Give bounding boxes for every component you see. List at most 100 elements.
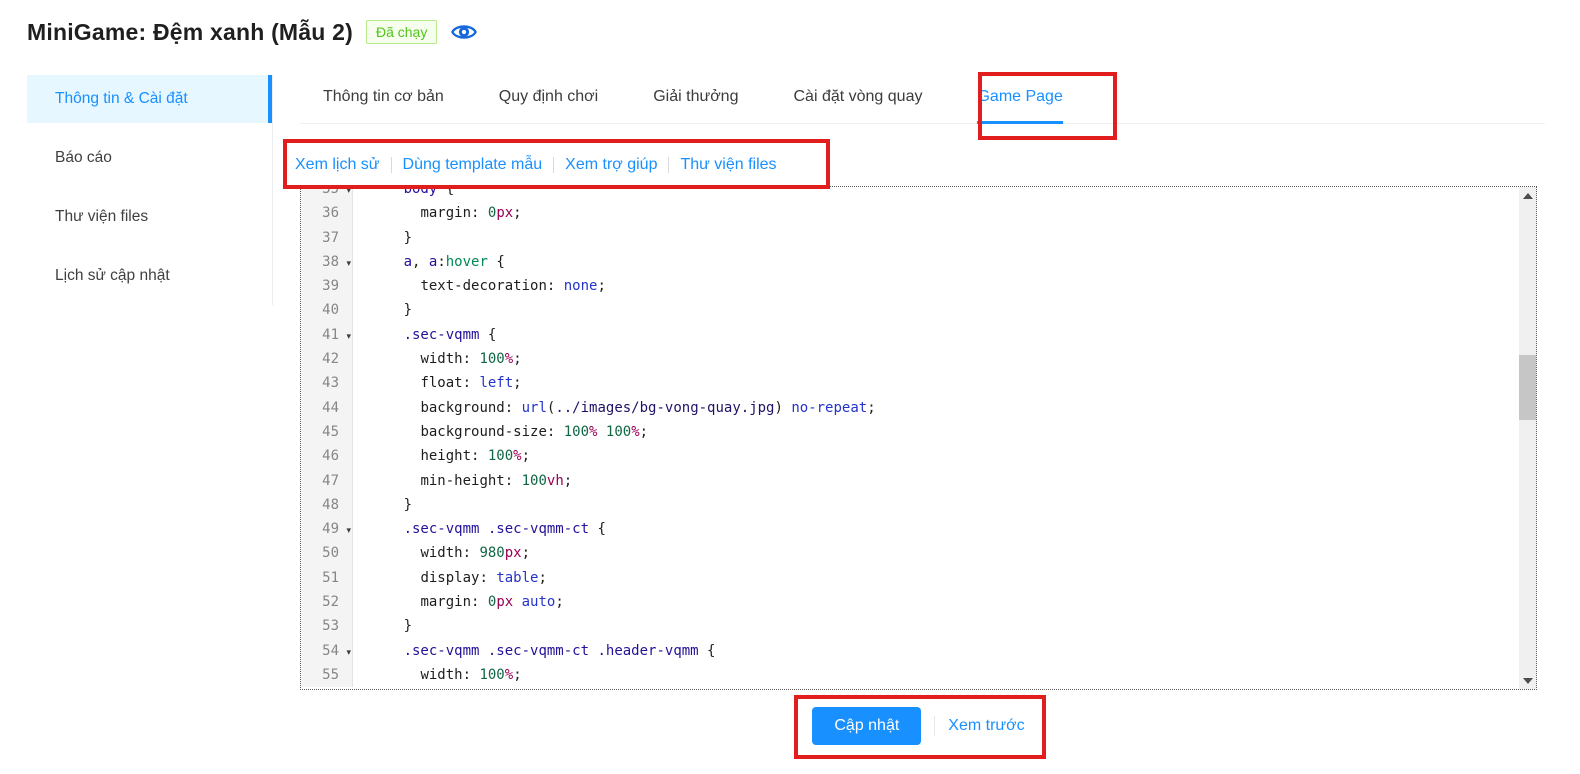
code-text: min-height: 100vh; <box>353 469 572 493</box>
code-token: .sec-vqmm-ct <box>488 521 589 537</box>
tab[interactable]: Quy định chơi <box>499 80 598 124</box>
code-token: ) <box>774 400 791 416</box>
code-token: % <box>513 448 521 464</box>
code-line[interactable]: 48 } <box>301 493 1536 517</box>
code-text: width: 980px; <box>353 541 530 565</box>
code-token: % <box>505 667 513 683</box>
toolbar-link[interactable]: Xem lịch sử <box>295 156 380 174</box>
code-token: { <box>488 254 505 270</box>
line-number-gutter: 44 <box>301 396 353 420</box>
line-number: 39 <box>322 278 339 294</box>
code-line[interactable]: 52 margin: 0px auto; <box>301 590 1536 614</box>
code-editor[interactable]: 35▾ body {36 margin: 0px;37 }38▾ a, a:ho… <box>300 186 1537 690</box>
editor-scrollbar[interactable] <box>1519 187 1536 689</box>
sidebar-item[interactable]: Báo cáo <box>27 134 272 182</box>
code-line[interactable]: 38▾ a, a:hover { <box>301 250 1536 274</box>
tab[interactable]: Thông tin cơ bản <box>323 80 444 124</box>
eye-icon[interactable] <box>450 18 478 46</box>
code-line[interactable]: 44 background: url(../images/bg-vong-qua… <box>301 396 1536 420</box>
link-separator <box>668 157 669 173</box>
code-token: margin <box>420 594 471 610</box>
preview-link[interactable]: Xem trước <box>948 717 1024 735</box>
tab[interactable]: Game Page <box>977 80 1062 124</box>
fold-arrow-icon[interactable]: ▾ <box>346 641 351 665</box>
code-token: px <box>505 545 522 561</box>
code-token <box>353 521 404 537</box>
code-token: % <box>505 351 513 367</box>
scrollbar-up-arrow[interactable] <box>1519 187 1536 204</box>
tab[interactable]: Giải thưởng <box>653 80 738 124</box>
code-token: , <box>412 254 429 270</box>
code-line[interactable]: 42 width: 100%; <box>301 347 1536 371</box>
code-line[interactable]: 50 width: 980px; <box>301 541 1536 565</box>
code-line[interactable]: 45 background-size: 100% 100%; <box>301 420 1536 444</box>
code-token <box>353 448 420 464</box>
code-token: min-height <box>420 473 504 489</box>
scrollbar-thumb[interactable] <box>1519 355 1536 420</box>
line-number-gutter: 41▾ <box>301 323 353 347</box>
code-token: none <box>564 278 598 294</box>
code-token: text-decoration <box>420 278 546 294</box>
toolbar-link[interactable]: Xem trợ giúp <box>565 156 657 174</box>
code-line[interactable]: 40 } <box>301 298 1536 322</box>
tab[interactable]: Cài đặt vòng quay <box>793 80 922 124</box>
code-token: : <box>437 254 445 270</box>
code-token: ; <box>564 473 572 489</box>
fold-arrow-icon[interactable]: ▾ <box>346 325 351 349</box>
code-token: .sec-vqmm <box>404 643 480 659</box>
update-button[interactable]: Cập nhật <box>812 707 921 745</box>
code-line[interactable]: 47 min-height: 100vh; <box>301 469 1536 493</box>
code-token: .header-vqmm <box>597 643 698 659</box>
scrollbar-down-arrow[interactable] <box>1519 672 1536 689</box>
line-number: 50 <box>322 545 339 561</box>
line-number: 52 <box>322 594 339 610</box>
line-number-gutter: 45 <box>301 420 353 444</box>
code-line[interactable]: 37 } <box>301 226 1536 250</box>
toolbar-link[interactable]: Thư viện files <box>680 156 776 174</box>
code-text: width: 100%; <box>353 347 522 371</box>
code-line[interactable]: 55 width: 100%; <box>301 663 1536 687</box>
fold-arrow-icon[interactable]: ▾ <box>346 519 351 543</box>
line-number: 53 <box>322 618 339 634</box>
code-token: no-repeat <box>791 400 867 416</box>
code-token: px <box>496 205 513 221</box>
fold-arrow-icon[interactable]: ▾ <box>346 252 351 276</box>
code-token: ; <box>522 545 530 561</box>
triangle-down-icon <box>1523 678 1533 684</box>
code-token <box>597 424 605 440</box>
line-number: 46 <box>322 448 339 464</box>
line-number: 36 <box>322 205 339 221</box>
sidebar-item[interactable]: Lịch sử cập nhật <box>27 252 272 300</box>
code-line[interactable]: 39 text-decoration: none; <box>301 274 1536 298</box>
code-token: : <box>505 473 522 489</box>
code-line[interactable]: 54▾ .sec-vqmm .sec-vqmm-ct .header-vqmm … <box>301 639 1536 663</box>
line-number-gutter: 40 <box>301 298 353 322</box>
code-line[interactable]: 46 height: 100%; <box>301 444 1536 468</box>
toolbar-link[interactable]: Dùng template mẫu <box>403 156 543 174</box>
code-line[interactable]: 36 margin: 0px; <box>301 201 1536 225</box>
code-token <box>353 254 404 270</box>
code-token: hover <box>446 254 488 270</box>
code-line[interactable]: 41▾ .sec-vqmm { <box>301 323 1536 347</box>
link-separator <box>553 157 554 173</box>
code-token: 100 <box>522 473 547 489</box>
code-line[interactable]: 53 } <box>301 614 1536 638</box>
code-token: background <box>420 400 504 416</box>
code-line[interactable]: 51 display: table; <box>301 566 1536 590</box>
sidebar-item[interactable]: Thư viện files <box>27 193 272 241</box>
line-number: 45 <box>322 424 339 440</box>
code-line[interactable]: 35▾ body { <box>301 186 1536 201</box>
code-token: .sec-vqmm <box>404 521 480 537</box>
line-number-gutter: 39 <box>301 274 353 298</box>
code-token: auto <box>522 594 556 610</box>
code-line[interactable]: 43 float: left; <box>301 371 1536 395</box>
code-token: display <box>420 570 479 586</box>
code-token <box>353 375 420 391</box>
line-number: 38 <box>322 254 339 270</box>
code-token: } <box>353 618 412 634</box>
page-header: MiniGame: Đệm xanh (Mẫu 2) Đã chạy <box>27 18 478 46</box>
code-token: .sec-vqmm-ct <box>488 643 589 659</box>
sidebar-item[interactable]: Thông tin & Cài đặt <box>27 75 272 123</box>
code-line[interactable]: 49▾ .sec-vqmm .sec-vqmm-ct { <box>301 517 1536 541</box>
line-number: 49 <box>322 521 339 537</box>
